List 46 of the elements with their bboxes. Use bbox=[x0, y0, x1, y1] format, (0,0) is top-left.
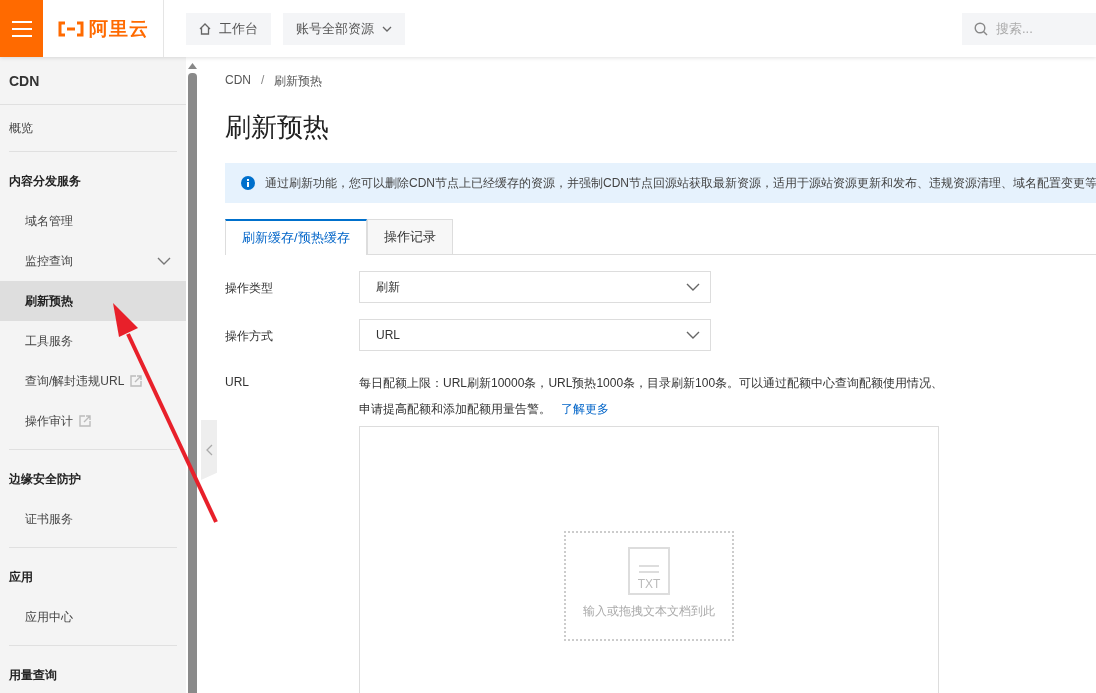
tab[interactable]: 操作记录 bbox=[366, 219, 453, 254]
sidebar-item[interactable]: 查询/解封违规URL bbox=[0, 361, 186, 401]
sidebar-item[interactable]: 应用中心 bbox=[0, 597, 186, 637]
chevron-down-icon bbox=[686, 283, 700, 291]
field-label: URL bbox=[225, 374, 250, 391]
chevron-left-icon bbox=[205, 444, 213, 456]
sidebar-group-title: 应用 bbox=[9, 569, 34, 586]
sidebar-item[interactable]: 操作审计 bbox=[0, 401, 186, 441]
chevron-down-icon bbox=[382, 25, 392, 32]
select-field[interactable]: 刷新 bbox=[359, 271, 711, 303]
field-label: 操作方式 bbox=[225, 328, 274, 345]
breadcrumb-item[interactable]: CDN bbox=[225, 73, 251, 90]
quota-help-text: 每日配额上限：URL刷新10000条，URL预热1000条，目录刷新100条。可以通过配额中心查询配额使用情况、申请提高配额和添加配额用量告警。 了解更多 bbox=[359, 375, 944, 418]
sidebar-item[interactable]: 域名管理 bbox=[0, 201, 186, 241]
txt-file-icon: TXT bbox=[628, 547, 670, 595]
breadcrumb-item: 刷新预热 bbox=[274, 73, 323, 90]
search-field[interactable]: 搜索... bbox=[962, 12, 1096, 45]
info-alert-text: 通过刷新功能，您可以删除CDN节点上已经缓存的资源，并强制CDN节点回源站获取最新资源，适用于源站资源更新和发布、违规资源清理、域名配置变更等 bbox=[265, 174, 1096, 192]
tab[interactable]: 刷新缓存/预热缓存 bbox=[225, 219, 367, 255]
sidebar-item[interactable]: 监控查询 bbox=[0, 241, 186, 281]
logo-bracket-icon bbox=[57, 20, 85, 37]
menu-icon bbox=[11, 20, 32, 37]
select-field[interactable]: URL bbox=[359, 319, 711, 351]
sidebar-group-title: 边缘安全防护 bbox=[9, 471, 82, 488]
external-link-icon bbox=[130, 375, 143, 387]
external-link-icon bbox=[79, 415, 91, 427]
drop-hint: 输入或拖拽文本文档到此 bbox=[583, 603, 715, 620]
sidebar-item[interactable]: 工具服务 bbox=[0, 321, 186, 361]
sidebar-group-title: 内容分发服务 bbox=[9, 173, 82, 190]
field-label: 操作类型 bbox=[225, 280, 274, 297]
sidebar-item[interactable]: 刷新预热 bbox=[0, 281, 186, 321]
home-icon bbox=[199, 22, 211, 35]
logo-text: 阿里云 bbox=[89, 16, 149, 41]
learn-more-link[interactable]: 了解更多 bbox=[561, 402, 609, 416]
sidebar-group-title: 用量查询 bbox=[9, 667, 58, 684]
resources-dropdown[interactable]: 账号全部资源 bbox=[283, 12, 405, 45]
chevron-down-icon bbox=[157, 257, 171, 265]
sidebar-item[interactable]: 概览 bbox=[0, 118, 186, 138]
breadcrumb-separator: / bbox=[261, 73, 265, 89]
scroll-up-arrow-icon[interactable] bbox=[188, 63, 197, 69]
workbench-button[interactable]: 工作台 bbox=[186, 12, 271, 45]
chevron-down-icon bbox=[686, 331, 700, 339]
sidebar-item[interactable]: 证书服务 bbox=[0, 499, 186, 539]
menu-button[interactable] bbox=[0, 0, 43, 57]
page-title: 刷新预热 bbox=[225, 111, 330, 144]
info-icon bbox=[241, 176, 255, 190]
